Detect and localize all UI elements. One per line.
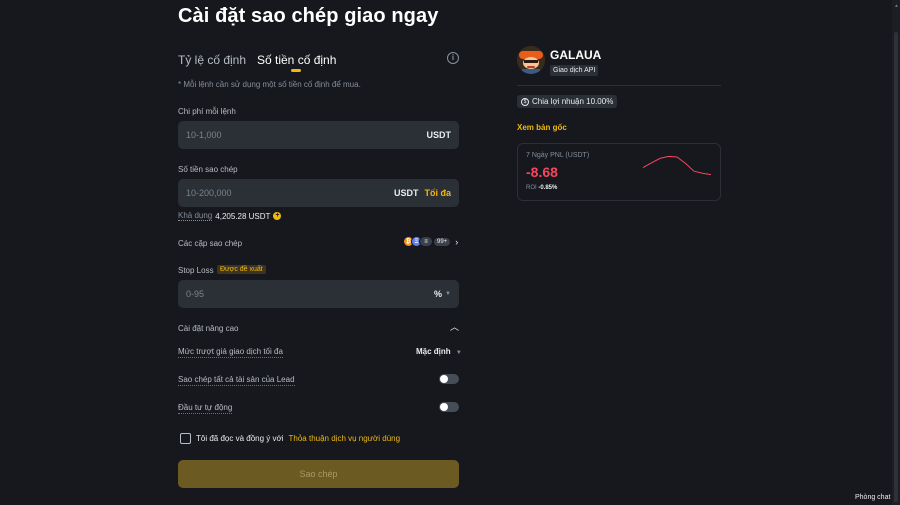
tab-fixed-ratio[interactable]: Tỷ lệ cố định xyxy=(178,53,246,67)
auto-invest-toggle[interactable] xyxy=(439,402,459,412)
cost-per-order-input[interactable] xyxy=(186,130,427,140)
copy-amount-unit: USDT xyxy=(394,188,419,198)
cost-per-order-label: Chi phí mỗi lệnh xyxy=(178,107,236,116)
available-label: Khả dụng xyxy=(178,211,213,221)
pnl-label: 7 Ngày PNL (USDT) xyxy=(526,152,590,159)
chevron-down-icon: ▼ xyxy=(455,350,462,356)
stop-loss-unit-select[interactable]: % xyxy=(434,289,442,299)
copy-amount-label: Số tiền sao chép xyxy=(178,165,238,174)
copy-all-assets-toggle[interactable] xyxy=(439,374,459,384)
avatar xyxy=(517,46,545,74)
available-value: 4,205.28 USDT xyxy=(215,211,271,221)
advanced-settings-label[interactable]: Cài đặt nâng cao xyxy=(178,324,239,333)
agreement-checkbox[interactable] xyxy=(180,433,191,444)
chevron-up-icon[interactable]: ︿ xyxy=(450,320,459,333)
plus-circle-icon[interactable]: + xyxy=(273,212,282,220)
auto-invest-label: Đầu tư tự động xyxy=(178,403,233,414)
stop-loss-field: % ▼ xyxy=(178,280,459,308)
stop-loss-input[interactable] xyxy=(186,289,435,299)
agreement-row: Tôi đã đọc và đồng ý với Thỏa thuận dịch… xyxy=(180,433,400,444)
max-slippage-select[interactable]: Mặc định ▼ xyxy=(416,347,462,356)
pnl-card: 7 Ngày PNL (USDT) -8.68 ROI -0.85% xyxy=(517,143,721,201)
agreement-text: Tôi đã đọc và đồng ý với xyxy=(196,434,284,443)
avatar-image xyxy=(517,46,545,74)
fixed-amount-note: * Mỗi lệnh cần sử dụng một số tiền cố đị… xyxy=(178,80,361,89)
cost-per-order-field: USDT xyxy=(178,121,459,149)
api-trading-badge: Giao dịch API xyxy=(550,65,599,76)
coin-stack-icon: ≡ xyxy=(419,236,433,247)
coin-icon: $ xyxy=(521,97,529,106)
max-slippage-label: Mức trượt giá giao dịch tối đa xyxy=(178,347,283,358)
available-balance: Khả dụng 4,205.28 USDT + xyxy=(178,211,282,221)
copy-button[interactable]: Sao chép xyxy=(178,460,459,488)
max-button[interactable]: Tối đa xyxy=(425,188,452,198)
roi-value: -0.85% xyxy=(538,185,558,191)
recommended-badge: Được đề xuất xyxy=(217,265,266,274)
copy-all-assets-label: Sao chép tất cả tài sản của Lead xyxy=(178,375,295,386)
roi-label: ROI xyxy=(526,185,537,191)
agreement-link[interactable]: Thỏa thuận dịch vụ người dùng xyxy=(289,434,401,443)
scroll-up-arrow-icon[interactable]: ▲ xyxy=(894,3,899,9)
lead-name[interactable]: GALAUA xyxy=(550,48,601,62)
view-original-link[interactable]: Xem bản gốc xyxy=(517,123,567,132)
copy-amount-input[interactable] xyxy=(186,188,394,198)
stop-loss-label: Stop Loss xyxy=(178,266,214,275)
copy-pairs-selector[interactable]: ₿ Ξ ≡ 99+ › xyxy=(403,236,458,247)
info-icon[interactable]: i xyxy=(447,52,459,64)
page-title: Cài đặt sao chép giao ngay xyxy=(178,5,439,27)
profit-share-badge: $ Chia lợi nhuận 10.00% xyxy=(517,95,618,108)
scrollbar-thumb[interactable] xyxy=(894,32,898,502)
chevron-right-icon: › xyxy=(455,236,459,247)
tab-fixed-amount[interactable]: Số tiền cố định xyxy=(257,53,336,67)
cost-per-order-unit: USDT xyxy=(426,130,452,140)
copy-pairs-count: 99+ xyxy=(434,237,451,246)
pnl-sparkline xyxy=(642,155,712,176)
chevron-down-icon: ▼ xyxy=(445,291,451,297)
profit-share-text: Chia lợi nhuận 10.00% xyxy=(532,97,614,106)
pnl-sparkline-line xyxy=(642,155,712,176)
tab-active-indicator xyxy=(291,69,301,72)
chat-room-button[interactable]: Phòng chat xyxy=(855,494,890,501)
roi-row: ROI -0.85% xyxy=(526,185,557,191)
copy-pairs-label: Các cặp sao chép xyxy=(178,239,243,248)
divider xyxy=(517,85,721,86)
max-slippage-value: Mặc định xyxy=(416,347,451,356)
pnl-value: -8.68 xyxy=(526,164,558,180)
copy-amount-field: USDT Tối đa xyxy=(178,179,459,207)
